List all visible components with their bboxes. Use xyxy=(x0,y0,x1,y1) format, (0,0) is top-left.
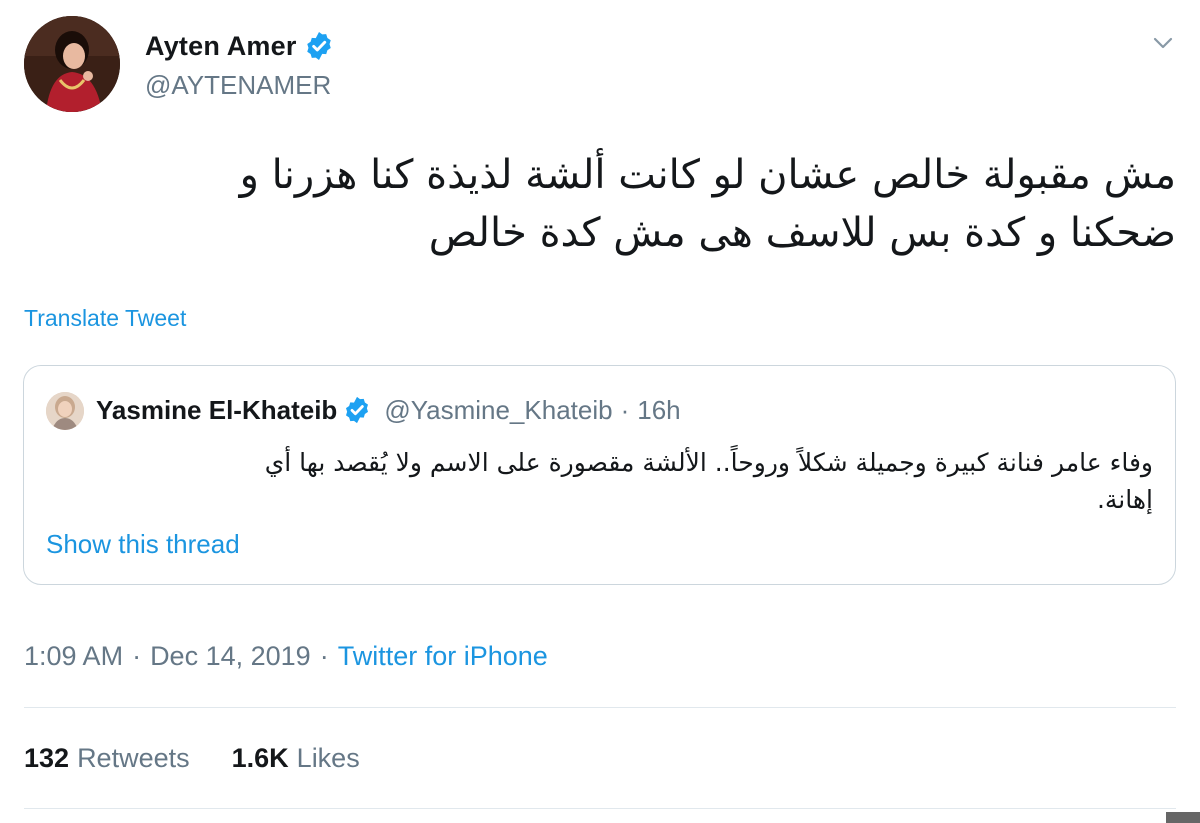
quoted-text-line: وفاء عامر فنانة كبيرة وجميلة شكلاً وروحا… xyxy=(264,448,1153,477)
verified-badge-icon xyxy=(303,30,335,62)
tweet-text-line: مش مقبولة خالص عشان لو كانت ألشة لذيذة ك… xyxy=(239,152,1176,198)
show-thread-link[interactable]: Show this thread xyxy=(46,529,240,560)
quoted-author-name[interactable]: Yasmine El-Khateib xyxy=(96,395,337,426)
quoted-author-avatar[interactable] xyxy=(46,392,84,430)
quoted-text: وفاء عامر فنانة كبيرة وجميلة شكلاً وروحا… xyxy=(53,444,1153,518)
separator-dot: · xyxy=(132,641,142,671)
author-handle[interactable]: @AYTENAMER xyxy=(145,70,331,101)
tweet-card: Ayten Amer @AYTENAMER مش مقبولة خالص عشا… xyxy=(0,0,1200,823)
likes-count[interactable]: 1.6K xyxy=(232,743,289,774)
quoted-header: Yasmine El-Khateib @Yasmine_Khateib · 16… xyxy=(96,392,681,428)
quoted-tweet[interactable]: Yasmine El-Khateib @Yasmine_Khateib · 16… xyxy=(23,365,1176,585)
quoted-author-handle[interactable]: @Yasmine_Khateib xyxy=(384,395,612,426)
author-name-row: Ayten Amer xyxy=(145,28,335,64)
tweet-date[interactable]: Dec 14, 2019 xyxy=(150,641,311,672)
tweet-text-line: ضحكنا و كدة بس للاسف هى مش كدة خالص xyxy=(428,210,1176,256)
divider xyxy=(24,707,1176,708)
retweets-label[interactable]: Retweets xyxy=(77,743,190,774)
chevron-down-icon[interactable] xyxy=(1150,30,1176,56)
tweet-meta: 1:09 AM · Dec 14, 2019 · Twitter for iPh… xyxy=(24,641,548,672)
separator-dot: · xyxy=(620,394,630,425)
retweets-count[interactable]: 132 xyxy=(24,743,69,774)
tweet-source-link[interactable]: Twitter for iPhone xyxy=(338,641,548,672)
author-name[interactable]: Ayten Amer xyxy=(145,31,297,62)
separator-dot: · xyxy=(319,641,329,671)
divider xyxy=(24,808,1176,809)
quoted-timestamp[interactable]: 16h xyxy=(637,395,680,426)
tweet-time[interactable]: 1:09 AM xyxy=(24,641,123,672)
verified-badge-icon xyxy=(342,395,372,425)
quoted-text-line: إهانة. xyxy=(1096,485,1153,514)
tweet-stats: 132 Retweets 1.6K Likes xyxy=(24,743,360,774)
author-avatar[interactable] xyxy=(24,16,120,112)
likes-label[interactable]: Likes xyxy=(297,743,360,774)
corner-overlay xyxy=(1166,812,1200,823)
translate-tweet-link[interactable]: Translate Tweet xyxy=(24,305,186,332)
tweet-text: مش مقبولة خالص عشان لو كانت ألشة لذيذة ك… xyxy=(76,146,1176,262)
